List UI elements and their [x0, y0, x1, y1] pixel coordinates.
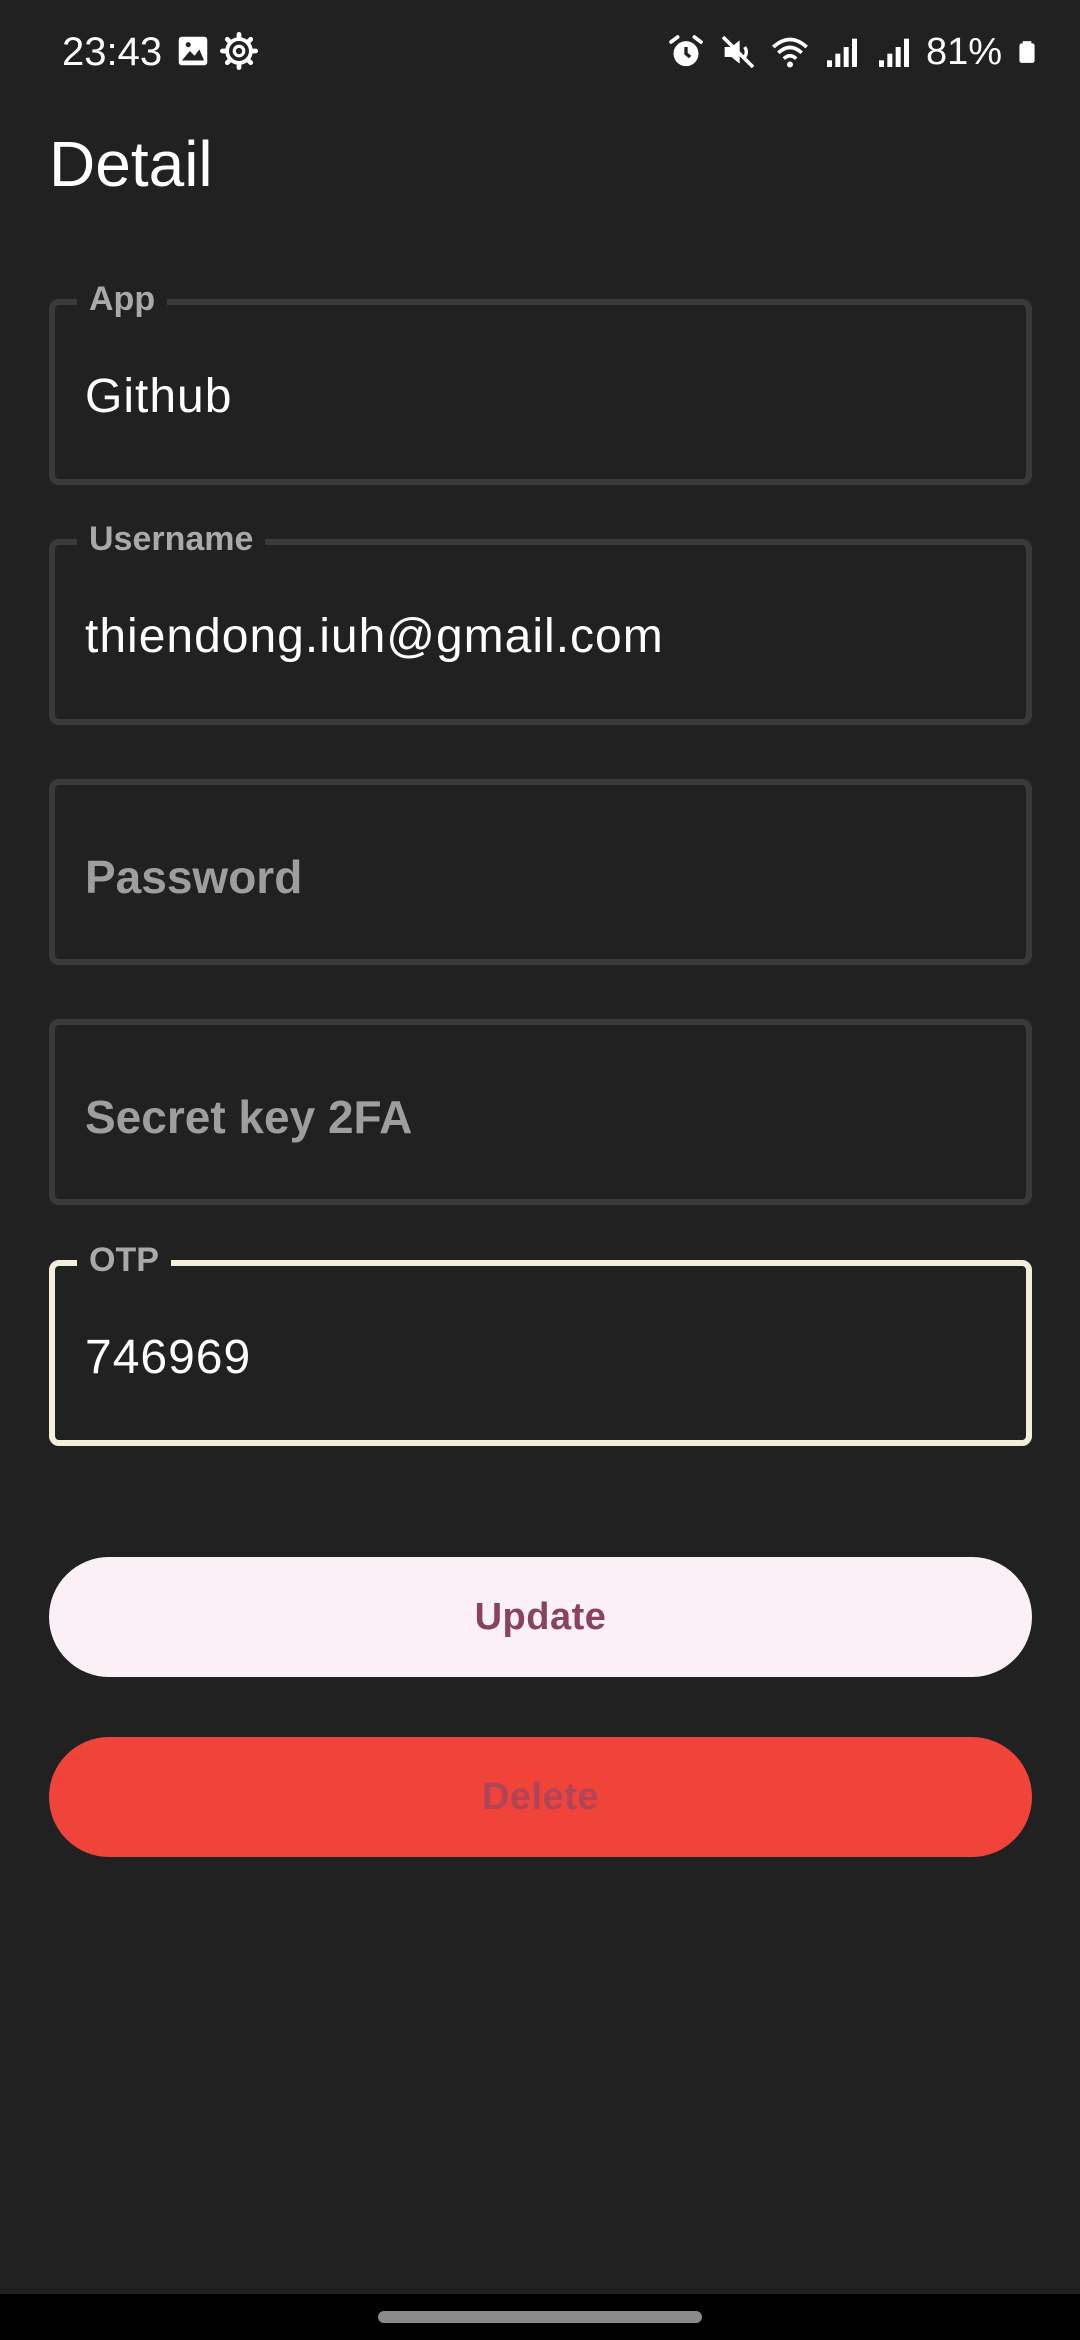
secret-key-field-placeholder: Secret key 2FA [85, 1091, 413, 1143]
alarm-icon [669, 35, 703, 67]
wifi-icon [772, 37, 808, 68]
settings-gear-icon [220, 32, 258, 70]
signal-icon [826, 38, 857, 67]
mute-icon [721, 35, 755, 69]
detail-screen: 23:43 81% Detail App Github Username thi… [0, 0, 1080, 2340]
battery-percent: 81% [925, 31, 1002, 73]
home-gesture-handle[interactable] [378, 2311, 702, 2323]
username-field-label: Username [77, 515, 266, 563]
password-field-placeholder: Password [85, 851, 303, 903]
username-field[interactable]: Username thiendong.iuh@gmail.com [49, 515, 1032, 725]
username-field-value[interactable]: thiendong.iuh@gmail.com [85, 605, 664, 669]
signal-icon [878, 38, 909, 67]
delete-button[interactable]: Delete [49, 1737, 1032, 1857]
update-button[interactable]: Update [49, 1557, 1032, 1677]
status-time: 23:43 [62, 30, 163, 74]
otp-field-value[interactable]: 746969 [85, 1326, 251, 1390]
app-field-label: App [77, 275, 168, 323]
app-field[interactable]: App Github [49, 275, 1032, 485]
navigation-bar [0, 2294, 1080, 2340]
status-bar: 23:43 81% [0, 0, 1080, 100]
otp-field[interactable]: OTP 746969 [49, 1236, 1032, 1446]
page-title: Detail [49, 128, 213, 200]
otp-field-label: OTP [77, 1236, 171, 1284]
app-field-value[interactable]: Github [85, 365, 232, 429]
password-field[interactable]: Password [49, 779, 1032, 965]
secret-key-field[interactable]: Secret key 2FA [49, 1019, 1032, 1205]
image-icon [178, 36, 208, 66]
status-right-group: 81% [666, 26, 1040, 78]
battery-icon [1019, 41, 1035, 63]
